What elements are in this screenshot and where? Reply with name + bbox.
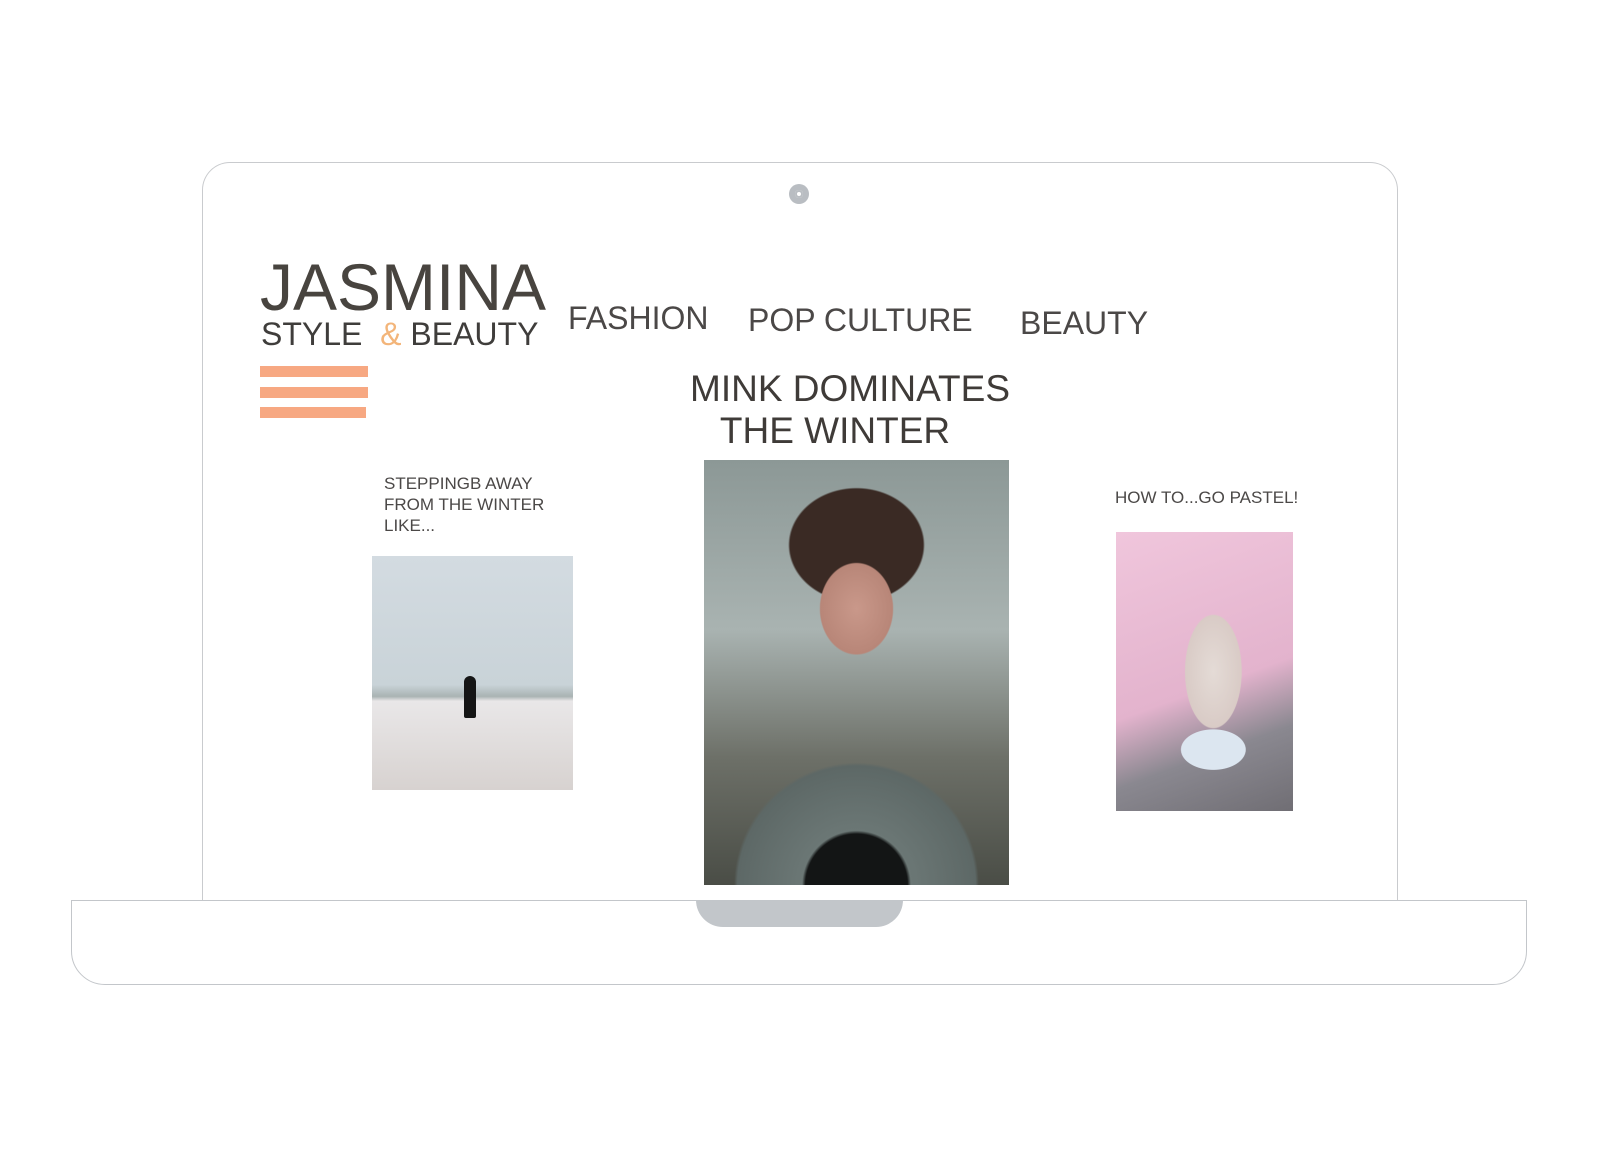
featured-headline[interactable]: MINK DOMINATES THE WINTER xyxy=(660,368,1040,452)
tagline-amp: & xyxy=(380,316,402,352)
article-image-winter[interactable] xyxy=(372,556,573,790)
hamburger-menu-icon[interactable] xyxy=(260,366,368,420)
site-tagline: STYLE & BEAUTY xyxy=(261,318,538,350)
article-image-pastel[interactable] xyxy=(1116,532,1293,811)
nav-fashion[interactable]: FASHION xyxy=(568,302,708,334)
title-line: LIKE... xyxy=(384,516,436,535)
nav-pop-culture[interactable]: POP CULTURE xyxy=(748,304,973,336)
featured-image[interactable] xyxy=(704,460,1009,885)
camera-icon xyxy=(789,184,809,204)
laptop-notch xyxy=(696,900,903,927)
tagline-beauty: BEAUTY xyxy=(410,316,539,352)
headline-line: MINK DOMINATES xyxy=(690,368,1010,409)
title-line: FROM THE WINTER xyxy=(384,495,545,514)
title-line: STEPPINGB AWAY xyxy=(384,474,533,493)
site-logo[interactable]: JASMINA xyxy=(260,254,546,320)
menu-bar xyxy=(260,366,368,377)
menu-bar xyxy=(260,407,366,418)
nav-beauty[interactable]: BEAUTY xyxy=(1020,307,1148,339)
menu-bar xyxy=(260,387,368,398)
article-title-winter[interactable]: STEPPINGB AWAY FROM THE WINTER LIKE... xyxy=(384,473,544,536)
tagline-style: STYLE xyxy=(261,316,363,352)
headline-line: THE WINTER xyxy=(719,410,951,451)
article-title-pastel[interactable]: HOW TO...GO PASTEL! xyxy=(1115,487,1298,508)
